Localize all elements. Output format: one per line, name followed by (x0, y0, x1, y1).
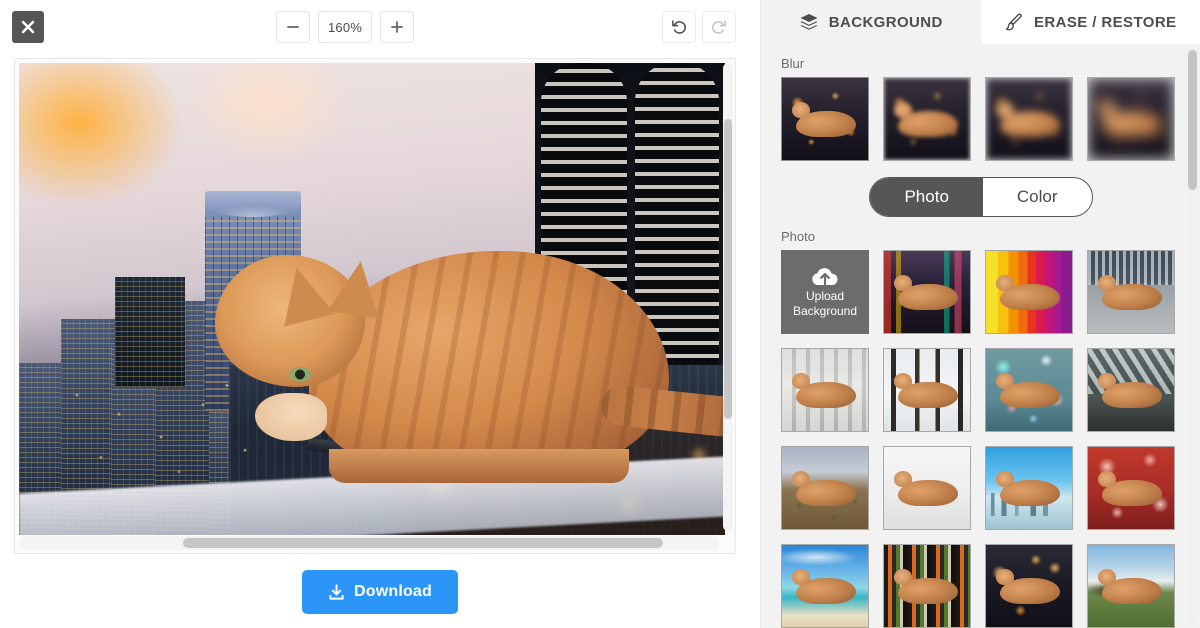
thumbnail-cat (894, 274, 958, 311)
thumbnail-cat (996, 372, 1060, 409)
cat-legs (329, 449, 629, 483)
canvas-horizontal-scrollbar[interactable] (19, 536, 719, 550)
photo-section-label: Photo (781, 229, 815, 244)
blur-section-label: Blur (781, 56, 805, 71)
history-controls (662, 11, 736, 43)
minus-icon (287, 26, 299, 28)
photo-row-1: Upload Background (761, 250, 1200, 334)
bg-thumb-snowy-path[interactable] (883, 348, 971, 432)
zoom-in-button[interactable] (380, 11, 414, 43)
tools-panel: BACKGROUND ERASE / RESTORE Blur Photo Co… (760, 0, 1200, 628)
bg-thumb-city-lights[interactable] (985, 544, 1073, 628)
bg-thumb-plain-white[interactable] (883, 446, 971, 530)
thumbnail-cat (996, 101, 1060, 138)
undo-icon (672, 20, 686, 34)
photo-row-4 (761, 544, 1200, 628)
download-area: Download (0, 570, 760, 614)
upload-background-button[interactable]: Upload Background (781, 250, 869, 334)
image-canvas[interactable] (19, 63, 725, 535)
brush-icon (1005, 13, 1022, 31)
close-button[interactable] (12, 11, 44, 43)
bg-thumb-toronto-skyline[interactable] (985, 446, 1073, 530)
panel-tabs: BACKGROUND ERASE / RESTORE (761, 0, 1200, 44)
source-toggle: Photo Color (869, 177, 1093, 217)
canvas-vertical-scroll-thumb[interactable] (724, 119, 732, 419)
tab-background[interactable]: BACKGROUND (761, 0, 981, 44)
thumbnail-cat (996, 274, 1060, 311)
panel-scrollbar[interactable] (1188, 46, 1197, 624)
bg-thumb-concrete-plaza[interactable] (1087, 250, 1175, 334)
bg-thumb-tokyo-street[interactable] (883, 250, 971, 334)
upload-label-line2: Background (792, 304, 858, 318)
tab-background-label: BACKGROUND (828, 13, 943, 31)
bg-thumb-color-stripes[interactable] (883, 544, 971, 628)
blur-option-medium[interactable] (985, 77, 1073, 161)
download-button[interactable]: Download (301, 570, 459, 614)
bg-thumb-desert-landscape[interactable] (781, 446, 869, 530)
zoom-out-button[interactable] (276, 11, 310, 43)
tab-erase-restore[interactable]: ERASE / RESTORE (980, 0, 1200, 44)
toggle-color[interactable]: Color (983, 178, 1092, 216)
thumbnail-cat (1098, 274, 1162, 311)
blur-option-high[interactable] (1087, 77, 1175, 161)
canvas-frame (14, 58, 736, 554)
bg-thumb-architecture-interior[interactable] (1087, 348, 1175, 432)
undo-button[interactable] (662, 11, 696, 43)
thumbnail-cat (894, 372, 958, 409)
tab-erase-restore-label: ERASE / RESTORE (1034, 13, 1177, 31)
cat-subject (169, 191, 725, 521)
thumbnail-cat (894, 470, 958, 507)
thumbnail-cat (1098, 470, 1162, 507)
blur-option-none[interactable] (781, 77, 869, 161)
thumbnail-cat (792, 101, 856, 138)
bg-thumb-teal-bokeh[interactable] (985, 348, 1073, 432)
redo-button[interactable] (702, 11, 736, 43)
thumbnail-cat (792, 470, 856, 507)
cat-eye (289, 367, 311, 382)
panel-scroll-content: Blur Photo Color Photo Upload Background (761, 44, 1200, 628)
composited-image (19, 63, 725, 535)
cat-ear-left (271, 261, 335, 327)
zoom-controls: 160% (276, 11, 414, 43)
cloud-upload-icon (812, 268, 838, 286)
bg-thumb-countryside-cabin[interactable] (1087, 544, 1175, 628)
bg-thumb-red-bokeh[interactable] (1087, 446, 1175, 530)
canvas-vertical-scrollbar[interactable] (723, 63, 733, 531)
bg-thumb-parking-garage[interactable] (781, 348, 869, 432)
photo-row-3 (761, 446, 1200, 530)
cat-muzzle (255, 393, 327, 441)
bg-thumb-rainbow-stripes[interactable] (985, 250, 1073, 334)
bg-thumb-tropical-beach[interactable] (781, 544, 869, 628)
editor-toolbar: 160% (0, 0, 760, 54)
thumbnail-cat (996, 568, 1060, 605)
layers-icon (800, 14, 818, 30)
blur-option-low[interactable] (883, 77, 971, 161)
thumbnail-cat (1098, 101, 1162, 138)
source-toggle-wrap: Photo Color (761, 177, 1200, 217)
editor-pane: 160% Download (0, 0, 760, 628)
photo-row-2 (761, 348, 1200, 432)
panel-scroll-thumb[interactable] (1188, 50, 1197, 190)
thumbnail-cat (792, 568, 856, 605)
thumbnail-cat (792, 372, 856, 409)
toggle-photo[interactable]: Photo (870, 178, 983, 216)
close-icon (21, 20, 35, 34)
plus-icon (391, 21, 403, 33)
thumbnail-cat (894, 568, 958, 605)
thumbnail-cat (996, 470, 1060, 507)
cat-head (215, 255, 387, 441)
redo-icon (712, 20, 726, 34)
download-icon (329, 583, 344, 600)
thumbnail-cat (1098, 372, 1162, 409)
upload-label-line1: Upload (805, 289, 845, 303)
background-editor-app: 160% Download BACKGROUND ERASE / RESTORE… (0, 0, 1200, 628)
blur-options-row (761, 77, 1200, 161)
thumbnail-cat (894, 101, 958, 138)
download-button-label: Download (353, 583, 433, 600)
thumbnail-cat (1098, 568, 1162, 605)
cat-ear-right (327, 257, 387, 319)
canvas-horizontal-scroll-thumb[interactable] (183, 538, 663, 548)
zoom-level-value[interactable]: 160% (318, 11, 372, 43)
